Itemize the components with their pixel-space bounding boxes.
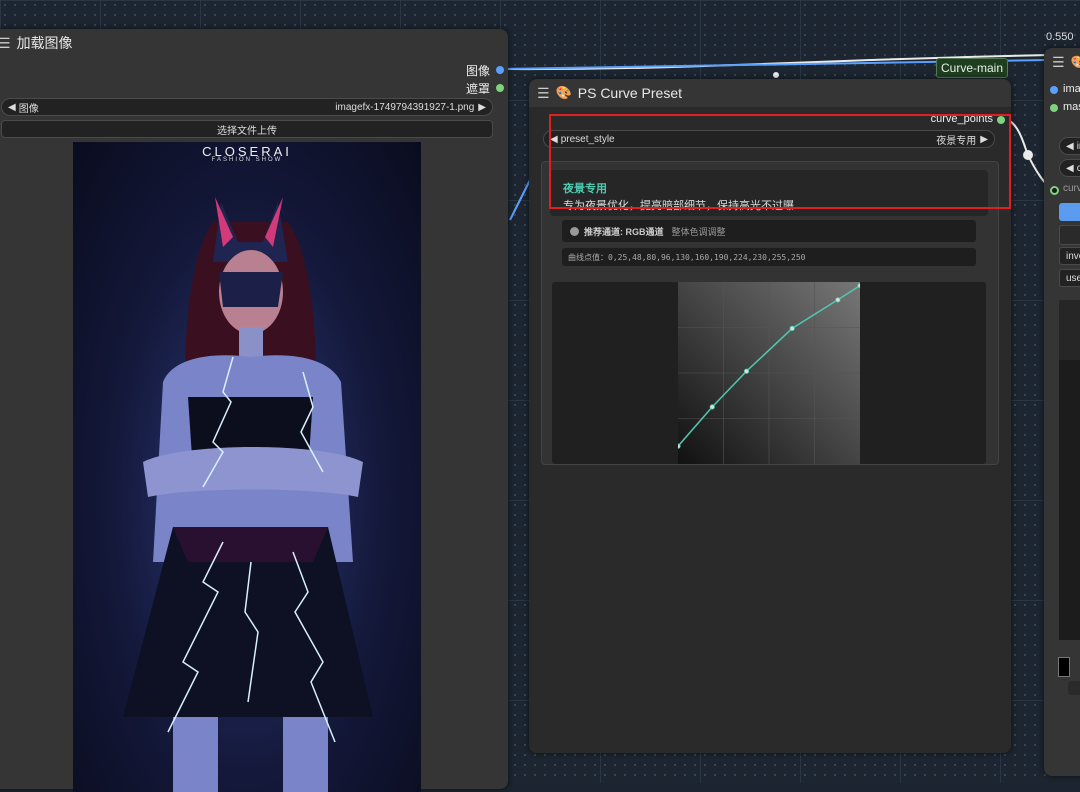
wire-left [509,179,531,221]
chevron-left-icon[interactable]: ◀ [1066,163,1074,174]
node-title: PS Curve Preset [577,85,683,101]
right-widget-3[interactable]: inve [1059,247,1080,265]
curve-control-point[interactable] [678,443,681,449]
menu-icon[interactable]: ☰ [537,85,550,102]
input-mask-label: mas [1063,101,1080,113]
right-preview-inner [1059,360,1080,640]
group-label-text: Curve-main [940,61,1003,75]
wire-joint [1023,150,1033,160]
input-image-label: ima [1063,83,1080,95]
channel-row: 推荐通道: RGB通道 整体色调调整 [562,220,976,242]
curve-control-point[interactable] [709,404,715,410]
output-image-label: 图像 [465,64,490,78]
palette-icon: 🎨 [1070,55,1080,69]
right-widget-4[interactable]: use [1059,269,1080,287]
widget-label: 图像 [18,103,39,115]
points-text: 曲线点值：0,25,48,80,96,130,160,190,224,230,2… [568,252,806,262]
widget-label: use [1066,272,1080,284]
node-title-bar[interactable]: ☰ 🎨 PS Curve Preset [529,79,1011,107]
chevron-left-icon[interactable]: ◀ [8,102,16,113]
header-value: 0.550 [1046,31,1074,43]
right-widget-1[interactable]: ◀ in [1059,137,1080,155]
right-node[interactable]: ☰ 🎨 ima mas ◀ in ◀ cl curv inve use [1044,48,1080,776]
curve-control-point[interactable] [789,325,795,331]
menu-icon[interactable]: ☰ [0,35,11,52]
points-row: 曲线点值：0,25,48,80,96,130,160,190,224,230,2… [562,248,976,266]
palette-icon: 🎨 [555,85,572,100]
curve-preview [552,282,986,464]
output-mask-port[interactable] [496,84,504,92]
node-title: 加载图像 [16,35,73,51]
input-curve-port[interactable] [1050,186,1059,195]
image-preview: CLOSERAI FASHION SHOW [73,142,421,792]
upload-button[interactable]: 选择文件上传 [1,120,493,138]
widget-value: imagefx-1749794391927-1.png [335,101,475,113]
menu-icon[interactable]: ☰ [1052,54,1065,71]
right-swatch[interactable] [1058,657,1070,677]
wire-joint [773,72,779,78]
curve-control-point[interactable] [743,368,750,374]
channel-dot-icon [570,226,579,236]
figure-illustration [123,197,373,792]
chevron-left-icon[interactable]: ◀ [1066,141,1074,152]
curve-control-point[interactable] [857,282,860,289]
right-widget-2[interactable]: ◀ cl [1059,159,1080,177]
curve-control-point[interactable] [835,297,841,303]
highlight-box [549,114,1011,209]
channel-label: 推荐通道: RGB通道 [584,226,664,237]
input-image-port[interactable] [1050,86,1058,94]
load-image-node[interactable]: ☰ 加载图像 图像 遮罩 ◀ 图像 imagefx-1749794391927-… [0,29,508,792]
curve-graph [678,282,860,464]
output-mask-label: 遮罩 [465,82,490,96]
node-title-bar[interactable]: ☰ 加载图像 [0,29,508,57]
right-action-button[interactable] [1059,203,1080,221]
widget-label: inve [1066,250,1080,262]
right-empty-field[interactable] [1059,225,1080,245]
upload-button-label: 选择文件上传 [217,125,277,137]
input-mask-port[interactable] [1050,104,1058,112]
input-curve-label: curv [1063,183,1080,194]
node-title-bar[interactable]: ☰ 🎨 [1044,48,1080,76]
right-header: 0.550 [1046,31,1080,47]
image-select-widget[interactable]: ◀ 图像 imagefx-1749794391927-1.png ▶ [1,98,493,116]
output-image-port[interactable] [496,66,504,74]
group-label[interactable]: Curve-main [936,58,1008,78]
chevron-right-icon[interactable]: ▶ [478,102,486,113]
right-bottom-button[interactable] [1068,681,1080,695]
channel-note: 整体色调调整 [671,226,726,237]
